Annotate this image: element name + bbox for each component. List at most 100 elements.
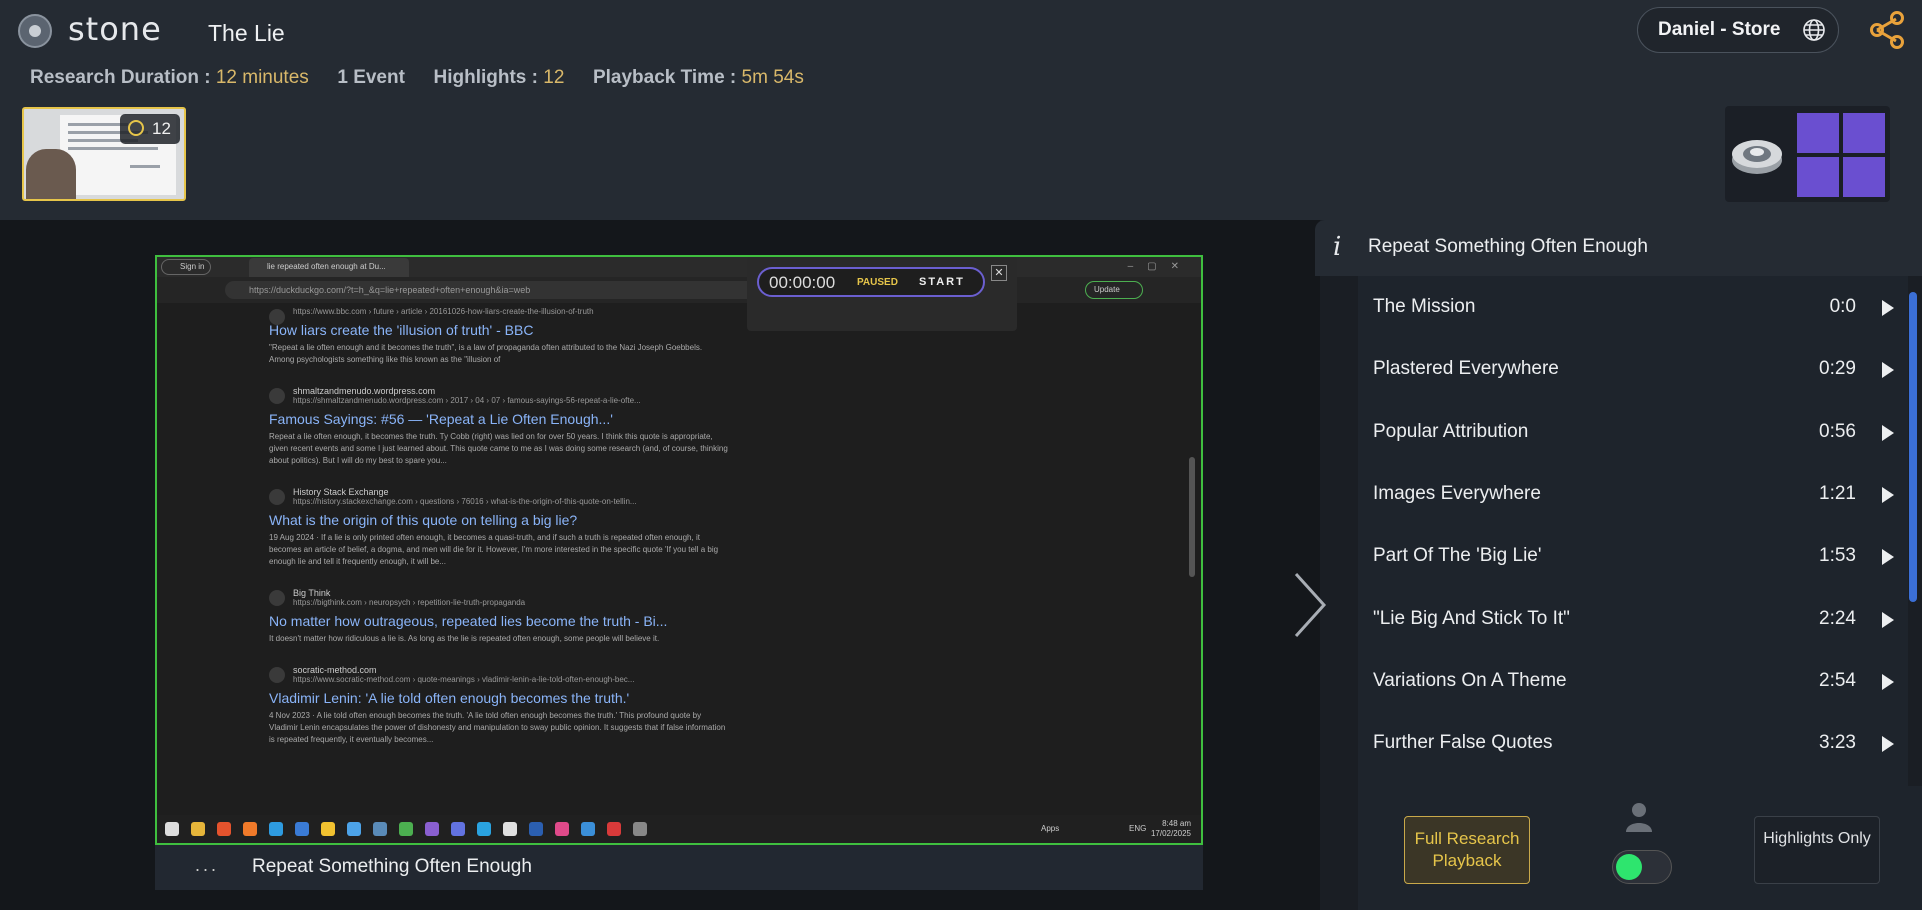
highlight-panel-header: i Repeat Something Often Enough <box>1315 220 1922 276</box>
taskbar-clock: 8:48 am 17/02/2025 <box>1151 819 1191 839</box>
browser-tab-bar: Sign in lie repeated often enough at Du.… <box>157 257 1201 277</box>
result-url: https://bigthink.com › neuropsych › repe… <box>293 598 526 607</box>
share-icon[interactable] <box>1867 10 1907 50</box>
chapter-name: Popular Attribution <box>1373 420 1529 442</box>
taskbar-lang: ENG <box>1129 824 1147 833</box>
result-snippet: 19 Aug 2024 · If a lie is only printed o… <box>269 533 719 566</box>
result-site: History Stack Exchange <box>293 487 389 497</box>
recorder-widget: 00:00:00 PAUSED START ✕ <box>747 257 1017 331</box>
stone-disk-icon <box>1732 140 1782 174</box>
taskbar-app-icon <box>425 822 439 836</box>
taskbar-app-icon <box>373 822 387 836</box>
search-result: socratic-method.com https://www.socratic-… <box>269 665 729 746</box>
duration-label: Research Duration : <box>30 67 211 88</box>
result-title: No matter how outrageous, repeated lies … <box>269 613 668 629</box>
chapter-time: 1:53 <box>1819 545 1856 567</box>
result-title: What is the origin of this quote on tell… <box>269 512 578 528</box>
chapter-item[interactable]: The Mission 0:0 <box>1358 276 1908 338</box>
site-favicon-icon <box>269 489 285 505</box>
play-icon[interactable] <box>1882 549 1894 566</box>
play-icon[interactable] <box>1882 673 1894 690</box>
chapter-time: 0:56 <box>1819 420 1856 442</box>
full-research-playback-button[interactable]: Full Research Playback <box>1404 816 1530 884</box>
result-url: https://www.socratic-method.com › quote-… <box>293 675 635 684</box>
header: stone The Lie Research Duration : 12 min… <box>0 0 1922 220</box>
layout-grid-button[interactable] <box>1725 106 1890 202</box>
highlight-count-badge: 12 <box>120 114 180 144</box>
chapter-item[interactable]: Further False Quotes 3:23 <box>1358 712 1908 774</box>
highlight-caption: Repeat Something Often Enough <box>252 856 532 877</box>
search-result: Big Think https://bigthink.com › neuropsy… <box>269 588 729 645</box>
browser-signin: Sign in <box>161 259 212 275</box>
result-title: Famous Sayings: #56 — 'Repeat a Lie Ofte… <box>269 411 613 427</box>
chapter-time: 0:0 <box>1829 296 1856 317</box>
windows-start-icon <box>165 822 179 836</box>
page-title: The Lie <box>208 20 285 46</box>
chapter-item[interactable]: Plastered Everywhere 0:29 <box>1358 338 1908 400</box>
chapter-name: The Mission <box>1373 296 1476 317</box>
search-result: shmaltzandmenudo.wordpress.com https://sh… <box>269 386 729 467</box>
user-menu-button[interactable]: Daniel - Store <box>1637 7 1839 53</box>
taskbar-app-icon <box>451 822 465 836</box>
grid-cell <box>1797 157 1839 197</box>
result-site: shmaltzandmenudo.wordpress.com <box>293 386 436 396</box>
browser-update: Update <box>1085 281 1143 299</box>
result-url: https://history.stackexchange.com › ques… <box>293 497 637 506</box>
chapter-item[interactable]: Part Of The 'Big Lie' 1:53 <box>1358 525 1908 587</box>
highlight-count: 12 <box>152 119 171 138</box>
more-options-button[interactable]: ... <box>195 855 219 876</box>
person-icon <box>1626 803 1652 832</box>
result-title: Vladimir Lenin: 'A lie told often enough… <box>269 690 630 706</box>
play-icon[interactable] <box>1882 300 1894 316</box>
events-count: 1 Event <box>337 67 405 88</box>
taskbar-app-icon <box>295 822 309 836</box>
window-controls: ‒▢✕ <box>1127 261 1193 272</box>
chevron-right-icon[interactable] <box>1290 570 1330 640</box>
site-favicon-icon <box>269 309 285 325</box>
taskbar-app-icon <box>217 822 231 836</box>
chapter-item[interactable]: "Lie Big And Stick To It" 2:24 <box>1358 588 1908 650</box>
recorder-close-icon: ✕ <box>991 265 1007 281</box>
play-icon[interactable] <box>1882 611 1894 628</box>
chapter-time: 0:29 <box>1819 358 1856 380</box>
chapter-item[interactable]: Images Everywhere 1:21 <box>1358 463 1908 525</box>
chapter-list-scrollbar[interactable] <box>1909 292 1917 602</box>
taskbar-app-icon <box>607 822 621 836</box>
recording-screenshot[interactable]: Sign in lie repeated often enough at Du.… <box>155 255 1203 845</box>
clock-time: 8:48 am <box>1162 819 1191 828</box>
taskbar-app-icon <box>633 822 647 836</box>
chapter-item[interactable]: Popular Attribution 0:56 <box>1358 401 1908 463</box>
browser-tab: lie repeated often enough at Du... <box>249 258 409 277</box>
play-icon[interactable] <box>1882 736 1894 753</box>
webcam-toggle[interactable] <box>1612 850 1672 884</box>
chapter-name: Part Of The 'Big Lie' <box>1373 545 1542 567</box>
globe-icon <box>1803 19 1825 41</box>
chapter-name: Variations On A Theme <box>1373 669 1567 691</box>
taskbar-app-icon <box>555 822 569 836</box>
panel-title: Repeat Something Often Enough <box>1368 236 1648 257</box>
recorder-start: START <box>919 276 965 288</box>
play-icon[interactable] <box>1882 486 1894 503</box>
site-favicon-icon <box>269 590 285 606</box>
event-thumbnail[interactable]: 12 <box>22 107 186 201</box>
highlights-value: 12 <box>543 67 565 88</box>
playback-value: 5m 54s <box>741 67 804 88</box>
chapter-item[interactable]: Variations On A Theme 2:54 <box>1358 650 1908 712</box>
toggle-knob <box>1616 854 1642 880</box>
taskbar-app-icon <box>503 822 517 836</box>
browser-address-bar: https://duckduckgo.com/?t=h_&q=lie+repea… <box>157 277 1201 303</box>
grid-cell <box>1843 157 1885 197</box>
info-icon[interactable]: i <box>1333 232 1341 262</box>
chapter-name: "Lie Big And Stick To It" <box>1373 607 1570 629</box>
taskbar-app-icon <box>581 822 595 836</box>
browser-scrollbar <box>1189 457 1195 577</box>
play-icon[interactable] <box>1882 362 1894 379</box>
viewer: Sign in lie repeated often enough at Du.… <box>0 220 1327 910</box>
result-site: Big Think <box>293 588 331 598</box>
highlights-only-button[interactable]: Highlights Only <box>1754 816 1880 884</box>
taskbar-app-icon <box>477 822 491 836</box>
result-title: How liars create the 'illusion of truth'… <box>269 322 534 338</box>
site-favicon-icon <box>269 388 285 404</box>
search-result: History Stack Exchange https://history.st… <box>269 487 729 568</box>
play-icon[interactable] <box>1882 424 1894 441</box>
